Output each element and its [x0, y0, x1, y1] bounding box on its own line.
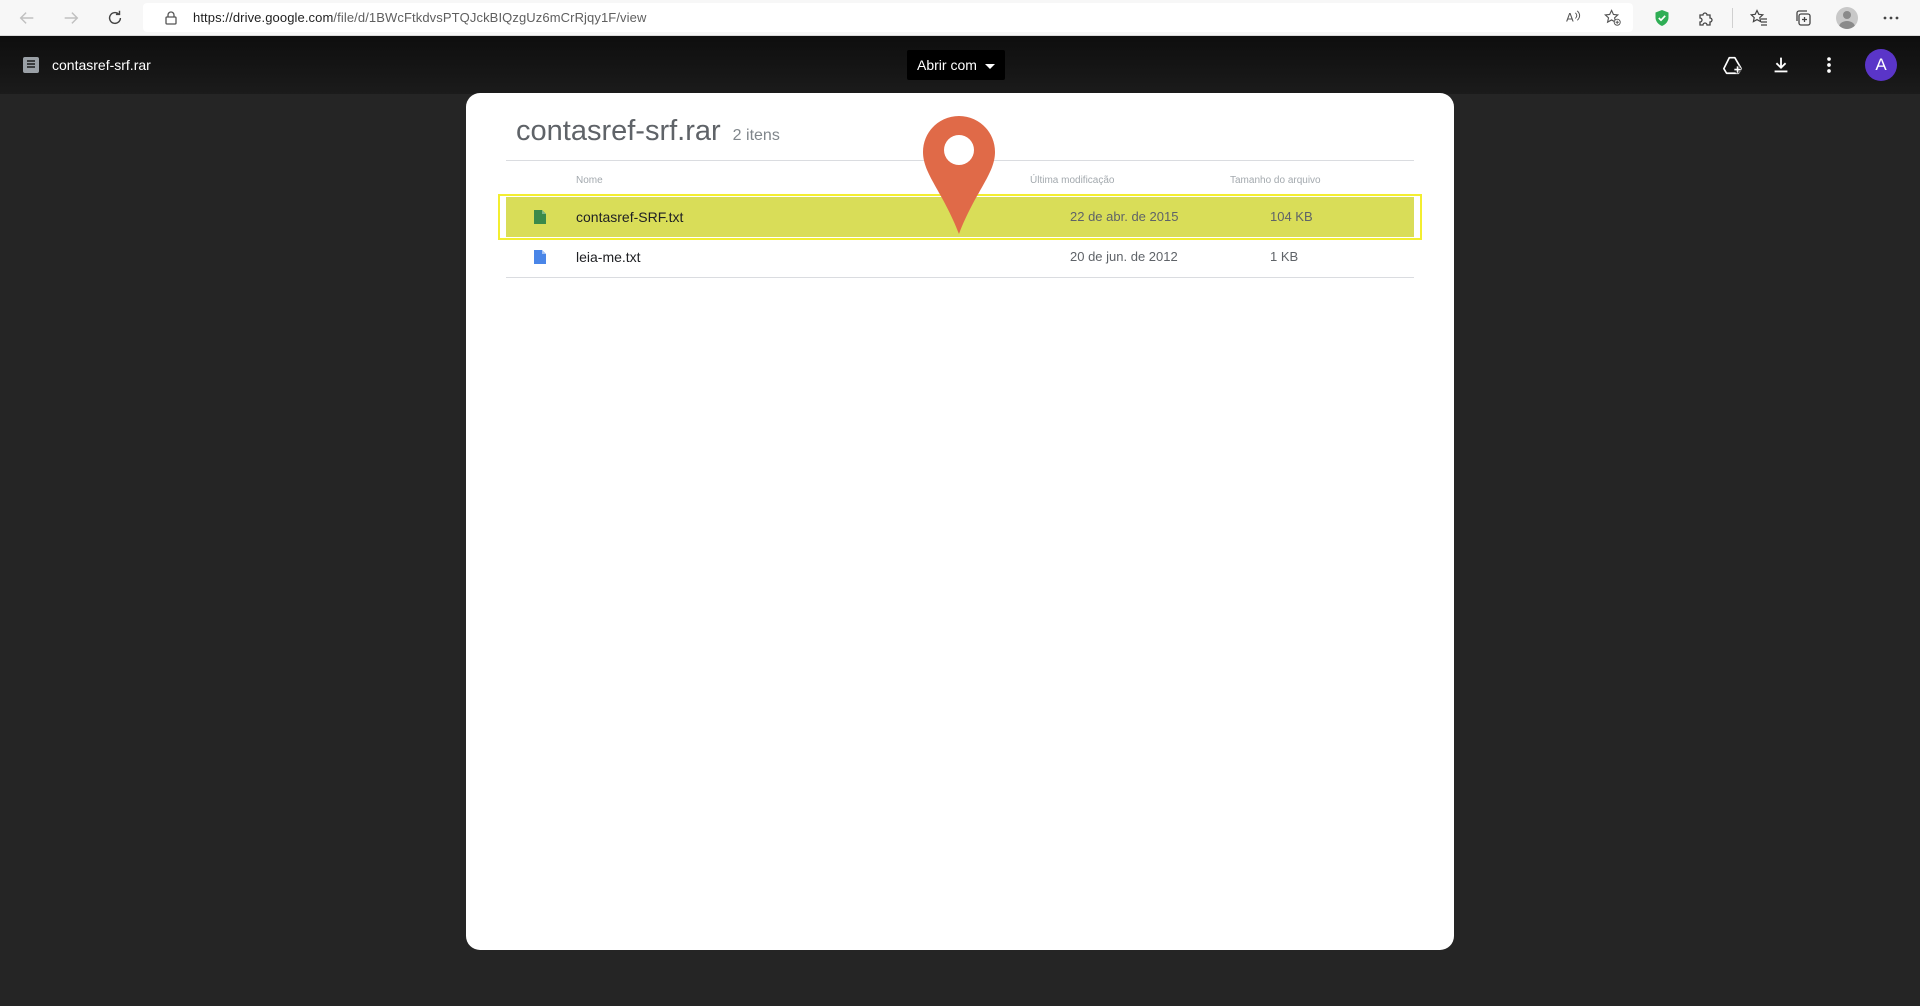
browser-menu-button[interactable]: [1869, 2, 1913, 34]
more-options-button[interactable]: [1805, 45, 1853, 85]
map-pin-icon: [923, 116, 995, 234]
add-to-drive-button[interactable]: [1709, 45, 1757, 85]
url-path: /file/d/1BWcFtkdvsPTQJckBIQzgUz6mCrRjqy1…: [333, 10, 647, 25]
forward-icon: [64, 11, 79, 24]
favorite-add-icon[interactable]: [1604, 9, 1621, 26]
back-button[interactable]: [10, 3, 44, 33]
extensions-icon: [1699, 12, 1713, 26]
more-icon: [1883, 16, 1899, 20]
file-modified: 22 de abr. de 2015: [1070, 209, 1179, 224]
file-title: contasref-srf.rar: [22, 36, 151, 94]
url-text[interactable]: https://drive.google.com/file/d/1BWcFtkd…: [193, 10, 646, 25]
item-count: 2 itens: [732, 127, 780, 144]
table-divider: [506, 277, 1414, 278]
file-name: leia-me.txt: [576, 249, 641, 265]
archive-name: contasref-srf.rar: [516, 115, 721, 147]
shield-extension-icon: [1655, 10, 1669, 26]
read-aloud-icon[interactable]: A: [1565, 9, 1582, 26]
add-to-drive-icon: [1723, 56, 1743, 75]
extensions-button[interactable]: [1684, 2, 1728, 34]
column-header-name: Nome: [576, 175, 603, 186]
more-vert-icon: [1827, 57, 1831, 73]
download-button[interactable]: [1757, 45, 1805, 85]
refresh-button[interactable]: [98, 3, 132, 33]
address-bar[interactable]: https://drive.google.com/file/d/1BWcFtkd…: [143, 3, 1633, 32]
download-icon: [1774, 57, 1788, 73]
shield-extension-button[interactable]: [1640, 2, 1684, 34]
archive-header: contasref-srf.rar 2 itens: [516, 115, 780, 148]
archive-file-icon: [23, 57, 39, 73]
file-icon: [534, 210, 546, 224]
profile-icon: [1836, 7, 1858, 29]
file-size: 104 KB: [1270, 209, 1313, 224]
collections-button[interactable]: [1781, 2, 1825, 34]
lock-icon[interactable]: [163, 10, 179, 26]
file-row[interactable]: leia-me.txt 20 de jun. de 2012 1 KB: [506, 237, 1414, 277]
collections-icon: [1796, 10, 1811, 26]
back-icon: [19, 11, 34, 24]
favorites-button[interactable]: [1737, 2, 1781, 34]
chevron-down-icon: [984, 63, 995, 69]
svg-text:A: A: [1566, 10, 1574, 24]
file-title-text: contasref-srf.rar: [52, 57, 151, 73]
file-modified: 20 de jun. de 2012: [1070, 249, 1178, 264]
avatar[interactable]: A: [1865, 49, 1897, 81]
viewer-header: contasref-srf.rar Abrir com A: [0, 36, 1920, 94]
toolbar-divider: [1732, 8, 1733, 28]
url-host: https://drive.google.com: [193, 10, 334, 25]
file-icon: [534, 250, 546, 264]
column-header-size: Tamanho do arquivo: [1230, 175, 1321, 186]
open-with-label: Abrir com: [917, 57, 977, 73]
open-with-button[interactable]: Abrir com: [907, 50, 1005, 80]
favorites-icon: [1750, 9, 1767, 26]
refresh-icon: [108, 10, 122, 24]
forward-button[interactable]: [54, 3, 88, 33]
profile-button[interactable]: [1825, 2, 1869, 34]
file-size: 1 KB: [1270, 249, 1299, 264]
column-header-modified: Última modificação: [1030, 175, 1115, 186]
file-name: contasref-SRF.txt: [576, 209, 684, 225]
browser-toolbar: https://drive.google.com/file/d/1BWcFtkd…: [0, 0, 1920, 36]
